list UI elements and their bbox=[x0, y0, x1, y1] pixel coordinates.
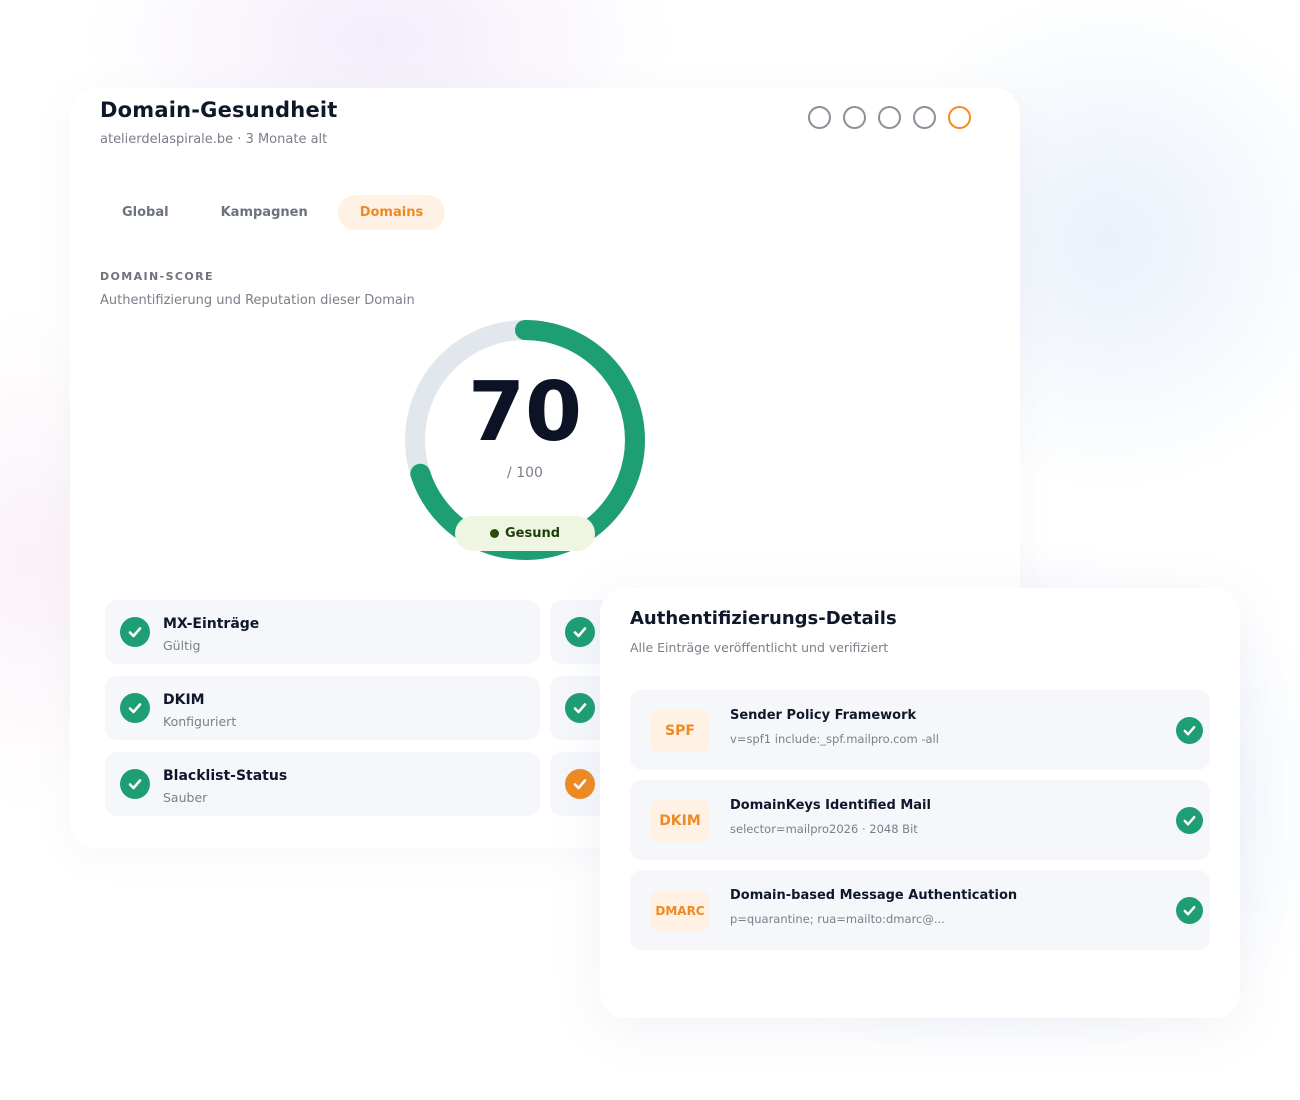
score-max: / 100 bbox=[507, 465, 543, 481]
tab-kampagnen[interactable]: Kampagnen bbox=[199, 195, 330, 230]
section-label: DOMAIN-SCORE bbox=[100, 270, 214, 283]
check-title: Blacklist-Status bbox=[163, 768, 288, 784]
step-indicators bbox=[808, 106, 971, 129]
warning-check-icon bbox=[565, 769, 595, 799]
check-icon bbox=[120, 617, 150, 647]
record-value: selector=mailpro2026 · 2048 Bit bbox=[730, 822, 918, 836]
check-icon bbox=[1176, 717, 1203, 744]
tab-bar: Global Kampagnen Domains bbox=[100, 195, 446, 230]
check-subtitle: Gültig bbox=[163, 638, 201, 653]
check-subtitle: Konfiguriert bbox=[163, 714, 237, 729]
check-icon bbox=[1176, 807, 1203, 834]
tab-global[interactable]: Global bbox=[100, 195, 191, 230]
record-dkim[interactable]: DKIM DomainKeys Identified Mail selector… bbox=[630, 780, 1210, 860]
check-icon bbox=[120, 693, 150, 723]
record-spf[interactable]: SPF Sender Policy Framework v=spf1 inclu… bbox=[630, 690, 1210, 770]
status-badge-label: Gesund bbox=[504, 526, 561, 541]
check-item-mx: MX-Einträge Gültig bbox=[105, 600, 540, 664]
record-tag: DKIM bbox=[650, 800, 710, 842]
step-circle-5[interactable] bbox=[948, 106, 971, 129]
score-gauge: 70 / 100 Gesund bbox=[405, 320, 645, 560]
details-subtitle: Alle Einträge veröffentlicht und verifiz… bbox=[630, 640, 889, 655]
record-value: p=quarantine; rua=mailto:dmarc@... bbox=[730, 912, 945, 926]
domain-subtitle: atelierdelaspirale.be · 3 Monate alt bbox=[100, 132, 328, 147]
step-circle-3[interactable] bbox=[878, 106, 901, 129]
page-title: Domain-Gesundheit bbox=[100, 98, 338, 122]
record-title: Sender Policy Framework bbox=[730, 708, 917, 723]
section-description: Authentifizierung und Reputation dieser … bbox=[100, 293, 415, 308]
check-subtitle: Sauber bbox=[163, 790, 208, 805]
record-value: v=spf1 include:_spf.mailpro.com -all bbox=[730, 732, 939, 746]
step-circle-1[interactable] bbox=[808, 106, 831, 129]
check-icon bbox=[120, 769, 150, 799]
check-icon bbox=[565, 693, 595, 723]
tab-domains[interactable]: Domains bbox=[337, 195, 446, 230]
status-badge: Gesund bbox=[455, 516, 595, 551]
check-icon bbox=[565, 617, 595, 647]
check-icon bbox=[1176, 897, 1203, 924]
record-title: DomainKeys Identified Mail bbox=[730, 798, 931, 813]
record-tag: DMARC bbox=[650, 890, 710, 932]
record-dmarc[interactable]: DMARC Domain-based Message Authenticatio… bbox=[630, 870, 1210, 950]
check-title: DKIM bbox=[163, 692, 205, 708]
score-value: 70 bbox=[467, 365, 583, 460]
auth-details-card: Authentifizierungs-Details Alle Einträge… bbox=[600, 588, 1240, 1018]
record-tag: SPF bbox=[650, 710, 710, 752]
check-title: MX-Einträge bbox=[163, 616, 260, 632]
step-circle-2[interactable] bbox=[843, 106, 866, 129]
check-item-blacklist: Blacklist-Status Sauber bbox=[105, 752, 540, 816]
check-item-dkim: DKIM Konfiguriert bbox=[105, 676, 540, 740]
record-title: Domain-based Message Authentication bbox=[730, 888, 1018, 903]
status-dot-icon bbox=[489, 529, 499, 538]
details-title: Authentifizierungs-Details bbox=[630, 608, 897, 629]
step-circle-4[interactable] bbox=[913, 106, 936, 129]
